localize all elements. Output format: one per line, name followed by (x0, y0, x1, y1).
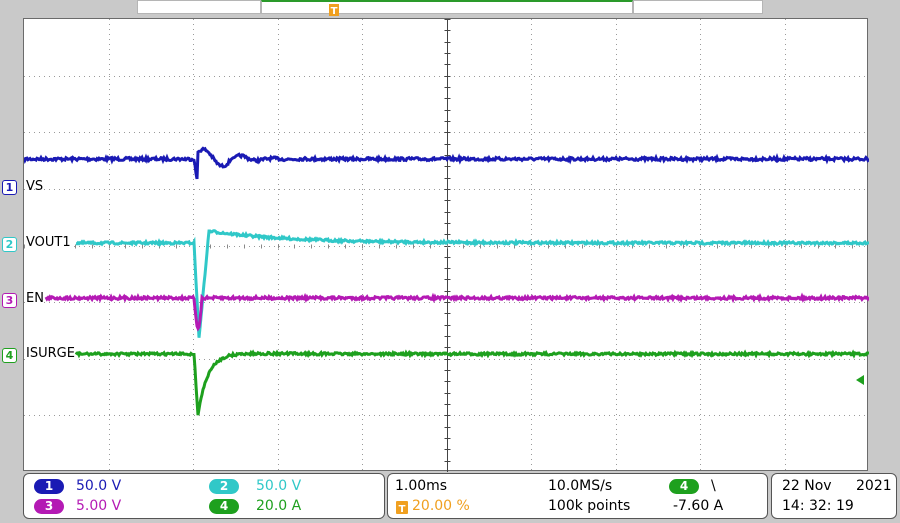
ch3-marker-number: 3 (5, 294, 14, 307)
ch3-trace (44, 292, 869, 332)
ch2-scale: 50.0 V (256, 478, 302, 494)
ch3-label: EN (26, 291, 44, 306)
timebase-trigger-panel[interactable]: 1.00ms 10.0MS/s 4 \ T 20.00 % 100k point… (387, 473, 768, 519)
date: 22 Nov (782, 478, 832, 494)
ch4-marker-number: 4 (5, 349, 14, 362)
waveform-traces (24, 146, 869, 416)
ch4-badge[interactable]: 4 (209, 499, 239, 514)
ch4-ground-marker[interactable]: 4 (2, 348, 17, 363)
record-segment-right (633, 0, 763, 14)
waveform-graticule[interactable] (23, 18, 869, 472)
year: 2021 (856, 478, 892, 494)
falling-edge-icon: \ (711, 478, 716, 494)
ch2-badge[interactable]: 2 (209, 479, 239, 494)
ch4-scale: 20.0 A (256, 498, 302, 514)
record-view-window[interactable] (261, 0, 633, 14)
ch3-ground-marker[interactable]: 3 (2, 293, 17, 308)
ch1-label: VS (26, 179, 44, 194)
record-trigger-icon: T (329, 4, 339, 17)
ch2-marker-number: 2 (5, 238, 14, 251)
ch1-ground-marker[interactable]: 1 (2, 180, 17, 195)
ch1-trace (24, 146, 869, 180)
ch1-scale: 50.0 V (76, 478, 122, 494)
trigger-level: -7.60 A (673, 498, 724, 514)
datetime-panel: 22 Nov 2021 14: 32: 19 (771, 473, 897, 519)
ch2-trace (75, 229, 869, 338)
channel-scale-panel[interactable]: 1 50.0 V 2 50.0 V 3 5.00 V 4 20.0 A (23, 473, 385, 519)
sample-rate: 10.0MS/s (548, 478, 613, 494)
trigger-position-value: 20.00 % (412, 498, 470, 514)
record-overview-bar: T (0, 0, 900, 18)
record-segment-left (137, 0, 261, 14)
trigger-source-badge[interactable]: 4 (669, 479, 699, 494)
ch2-label: VOUT1 (26, 235, 71, 250)
record-length: 100k points (548, 498, 631, 514)
ch1-badge[interactable]: 1 (34, 479, 64, 494)
ch4-trace (74, 349, 869, 416)
trigger-position-small-icon: T (396, 501, 408, 514)
svg-text:T: T (399, 504, 406, 514)
time-per-div: 1.00ms (395, 478, 448, 494)
ch3-scale: 5.00 V (76, 498, 122, 514)
svg-text:T: T (331, 6, 338, 17)
ch3-badge[interactable]: 3 (34, 499, 64, 514)
trigger-level-icon[interactable] (854, 374, 866, 386)
ch1-marker-number: 1 (5, 181, 14, 194)
time: 14: 32: 19 (782, 498, 854, 514)
ch2-ground-marker[interactable]: 2 (2, 237, 17, 252)
ch4-label: ISURGE (26, 346, 75, 361)
